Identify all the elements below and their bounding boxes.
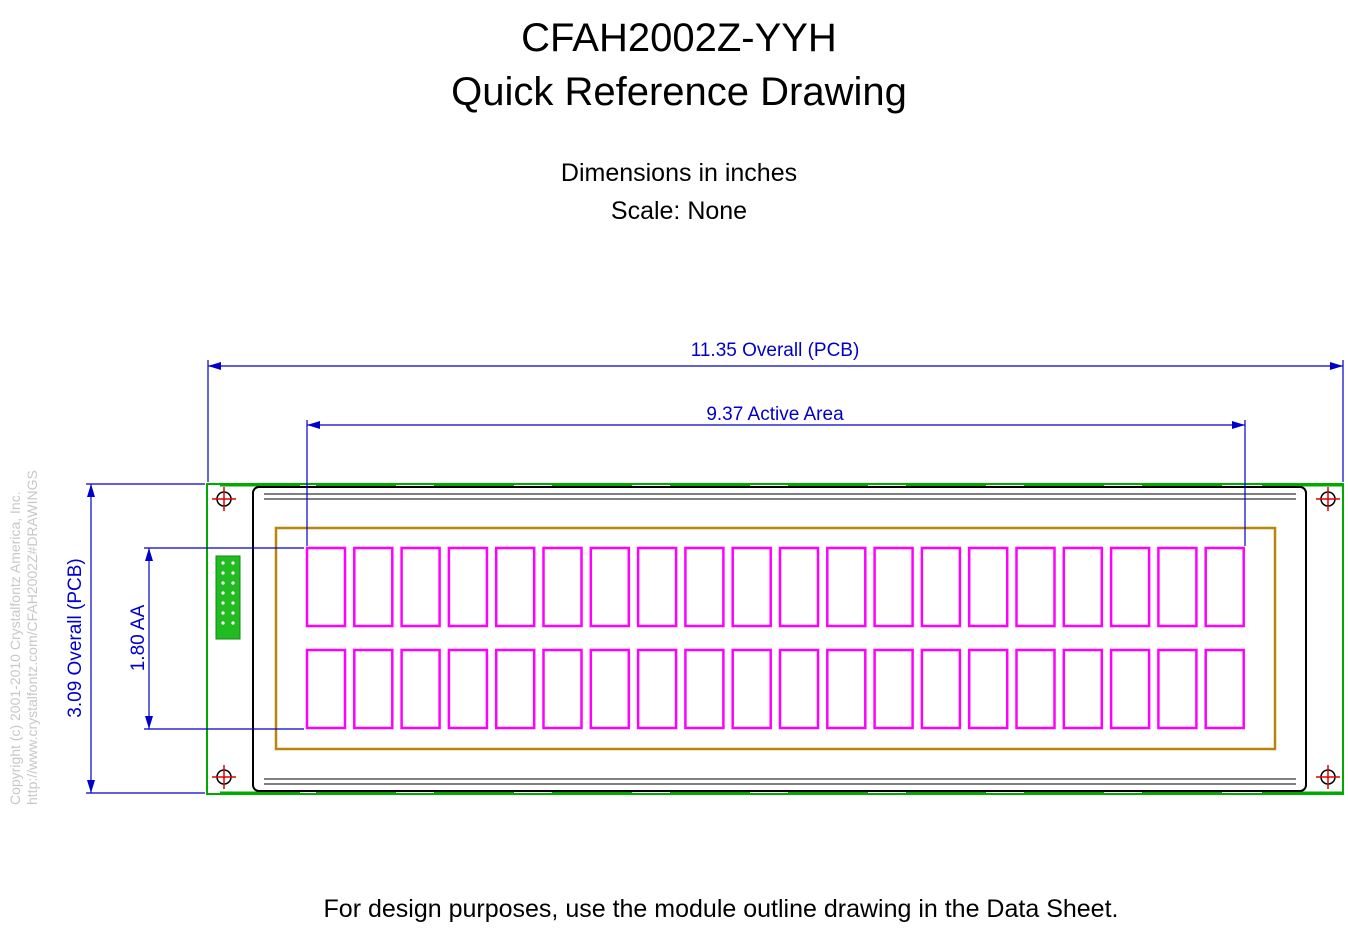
connector-pin [221, 621, 225, 625]
mounting-hole [212, 765, 236, 789]
connector-header [215, 555, 241, 640]
overall-height-label: 3.09 Overall (PCB) [65, 558, 86, 717]
connector-pin [231, 621, 235, 625]
connector-pin [231, 571, 235, 575]
bezel-outline [252, 486, 1307, 792]
connector-pin [231, 591, 235, 595]
module-drawing: Copyright (c) 2001-2010 Crystalfontz Ame… [7, 340, 1344, 805]
connector-pin [231, 561, 235, 565]
mounting-hole [212, 487, 236, 511]
copyright-line: Copyright (c) 2001-2010 Crystalfontz Ame… [7, 491, 23, 805]
active-height-label: 1.80 AA [128, 604, 149, 671]
connector-pin [221, 591, 225, 595]
connector-pin [231, 601, 235, 605]
overall-width-label: 11.35 Overall (PCB) [691, 340, 860, 361]
copyright-block: Copyright (c) 2001-2010 Crystalfontz Ame… [7, 470, 40, 805]
connector-pin [221, 561, 225, 565]
mounting-hole [1316, 487, 1340, 511]
copyright-url: http://www.crystalfontz.com/CFAH2002Z#DR… [24, 470, 40, 805]
connector-pin [221, 611, 225, 615]
connector-pin [221, 601, 225, 605]
design-note: For design purposes, use the module outl… [323, 895, 1119, 923]
connector-pin [221, 571, 225, 575]
connector-pin [231, 611, 235, 615]
connector-pin [231, 581, 235, 585]
active-width-label: 9.37 Active Area [706, 404, 844, 425]
mounting-hole [1316, 765, 1340, 789]
connector-pin [221, 581, 225, 585]
connector-body [215, 555, 241, 640]
